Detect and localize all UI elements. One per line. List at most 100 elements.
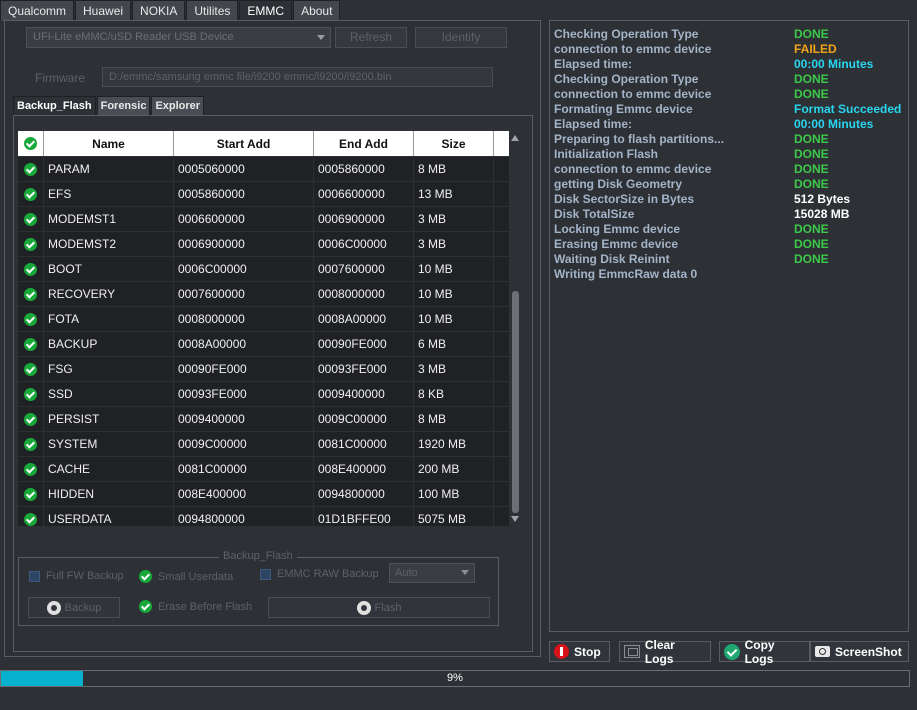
clear-logs-label: Clear Logs xyxy=(644,637,675,666)
log-line: Elapsed time: 00:00 Minutes xyxy=(554,57,904,72)
erase-before-flash-checkbox[interactable]: Erase Before Flash xyxy=(139,600,252,613)
scroll-thumb[interactable] xyxy=(512,291,519,513)
device-select-value: UFI-Lite eMMC/uSD Reader USB Device xyxy=(33,31,234,43)
table-row[interactable]: MODEMST2 0006900000 0006C00000 3 MB xyxy=(18,232,510,257)
emmc-raw-backup-checkbox[interactable]: EMMC RAW Backup xyxy=(260,568,379,580)
table-row[interactable]: MODEMST1 0006600000 0006900000 3 MB xyxy=(18,207,510,232)
partition-end: 0081C00000 xyxy=(314,432,414,456)
table-row[interactable]: USERDATA 0094800000 01D1BFFE00 5075 MB xyxy=(18,507,510,526)
column-header-start[interactable]: Start Add xyxy=(174,131,314,156)
row-checkbox[interactable] xyxy=(18,457,44,481)
partition-end: 0009400000 xyxy=(314,382,414,406)
partition-end: 0008000000 xyxy=(314,282,414,306)
row-checkbox[interactable] xyxy=(18,157,44,181)
tab-about[interactable]: About xyxy=(293,0,341,21)
partition-end: 0009C00000 xyxy=(314,407,414,431)
column-header-end[interactable]: End Add xyxy=(314,131,414,156)
emmc-panel: UFI-Lite eMMC/uSD Reader USB Device Refr… xyxy=(4,20,541,657)
table-row[interactable]: SYSTEM 0009C00000 0081C00000 1920 MB xyxy=(18,432,510,457)
log-message: connection to emmc device xyxy=(554,162,712,176)
group-title: Backup_Flash xyxy=(219,550,297,562)
table-row[interactable]: CACHE 0081C00000 008E400000 200 MB xyxy=(18,457,510,482)
check-icon xyxy=(24,512,37,526)
log-status: 512 Bytes xyxy=(794,192,851,206)
table-row[interactable]: PERSIST 0009400000 0009C00000 8 MB xyxy=(18,407,510,432)
stop-icon xyxy=(554,644,569,659)
row-checkbox[interactable] xyxy=(18,207,44,231)
row-checkbox[interactable] xyxy=(18,282,44,306)
log-line: Disk TotalSize 15028 MB xyxy=(554,207,904,222)
row-checkbox[interactable] xyxy=(18,232,44,256)
log-lines: Checking Operation Type DONE connection to… xyxy=(554,27,904,282)
tab-emmc[interactable]: EMMC xyxy=(239,0,293,21)
device-select[interactable]: UFI-Lite eMMC/uSD Reader USB Device xyxy=(26,27,331,48)
partition-name: MODEMST1 xyxy=(44,207,174,231)
flash-button[interactable]: Flash xyxy=(268,597,490,618)
table-row[interactable]: FSG 00090FE000 00093FE000 3 MB xyxy=(18,357,510,382)
table-body: PARAM 0005060000 0005860000 8 MB EFS 00058600… xyxy=(18,157,510,526)
row-checkbox[interactable] xyxy=(18,432,44,456)
copy-logs-button[interactable]: Copy Logs xyxy=(719,638,810,666)
small-userdata-label: Small Userdata xyxy=(158,570,234,583)
partition-start: 0007600000 xyxy=(174,282,314,306)
table-scrollbar[interactable] xyxy=(509,131,522,526)
column-header-size[interactable]: Size xyxy=(414,131,494,156)
stop-button[interactable]: Stop xyxy=(549,641,610,662)
table-row[interactable]: BOOT 0006C00000 0007600000 10 MB xyxy=(18,257,510,282)
partition-start: 0009C00000 xyxy=(174,432,314,456)
tab-nokia[interactable]: NOKIA xyxy=(132,0,186,21)
row-checkbox[interactable] xyxy=(18,407,44,431)
screenshot-label: ScreenShot xyxy=(835,644,902,659)
row-checkbox[interactable] xyxy=(18,482,44,506)
row-checkbox[interactable] xyxy=(18,332,44,356)
screenshot-button[interactable]: ScreenShot xyxy=(810,641,909,662)
table-row[interactable]: RECOVERY 0007600000 0008000000 10 MB xyxy=(18,282,510,307)
partition-name: USERDATA xyxy=(44,507,174,526)
log-message: getting Disk Geometry xyxy=(554,177,683,191)
row-checkbox[interactable] xyxy=(18,357,44,381)
clear-logs-button[interactable]: Clear Logs xyxy=(619,638,711,666)
table-row[interactable]: HIDDEN 008E400000 0094800000 100 MB xyxy=(18,482,510,507)
log-status: DONE xyxy=(794,132,829,146)
table-row[interactable]: SSD 00093FE000 0009400000 8 KB xyxy=(18,382,510,407)
row-checkbox[interactable] xyxy=(18,382,44,406)
row-checkbox[interactable] xyxy=(18,507,44,526)
scroll-up-arrow-icon[interactable] xyxy=(511,135,519,141)
check-icon xyxy=(24,337,37,351)
log-message: Checking Operation Type xyxy=(554,72,699,86)
identify-button[interactable]: Identify xyxy=(415,27,507,48)
tab-forensic[interactable]: Forensic xyxy=(96,96,151,115)
partition-end: 0006900000 xyxy=(314,207,414,231)
check-icon xyxy=(24,237,37,251)
firmware-path-field[interactable]: D:/emmc/samsung emmc file/i9200 emmc/i92… xyxy=(102,67,493,87)
check-icon xyxy=(24,462,37,476)
column-header-name[interactable]: Name xyxy=(44,131,174,156)
gear-icon xyxy=(46,600,61,615)
raw-mode-select[interactable]: Auto xyxy=(389,563,475,583)
log-status: DONE xyxy=(794,162,829,176)
tab-huawei[interactable]: Huawei xyxy=(75,0,132,21)
log-panel[interactable]: Checking Operation Type DONE connection to… xyxy=(549,20,909,632)
row-checkbox[interactable] xyxy=(18,257,44,281)
refresh-button[interactable]: Refresh xyxy=(335,27,407,48)
tab-utilites[interactable]: Utilites xyxy=(186,0,239,21)
select-all-checkbox[interactable] xyxy=(18,131,44,156)
full-fw-backup-checkbox[interactable]: Full FW Backup xyxy=(29,570,124,582)
stop-label: Stop xyxy=(574,644,601,659)
tab-explorer[interactable]: Explorer xyxy=(151,96,205,115)
table-row[interactable]: FOTA 0008000000 0008A00000 10 MB xyxy=(18,307,510,332)
check-icon xyxy=(24,162,37,176)
partition-start: 0006900000 xyxy=(174,232,314,256)
backup-button[interactable]: Backup xyxy=(28,597,120,618)
table-row[interactable]: PARAM 0005060000 0005860000 8 MB xyxy=(18,157,510,182)
row-checkbox[interactable] xyxy=(18,307,44,331)
tab-qualcomm[interactable]: Qualcomm xyxy=(0,0,75,21)
scroll-down-arrow-icon[interactable] xyxy=(511,516,519,522)
small-userdata-checkbox[interactable]: Small Userdata xyxy=(139,570,233,583)
partition-name: RECOVERY xyxy=(44,282,174,306)
tab-backup-flash[interactable]: Backup_Flash xyxy=(13,96,96,115)
partition-end: 0006600000 xyxy=(314,182,414,206)
table-row[interactable]: EFS 0005860000 0006600000 13 MB xyxy=(18,182,510,207)
table-row[interactable]: BACKUP 0008A00000 00090FE000 6 MB xyxy=(18,332,510,357)
row-checkbox[interactable] xyxy=(18,182,44,206)
